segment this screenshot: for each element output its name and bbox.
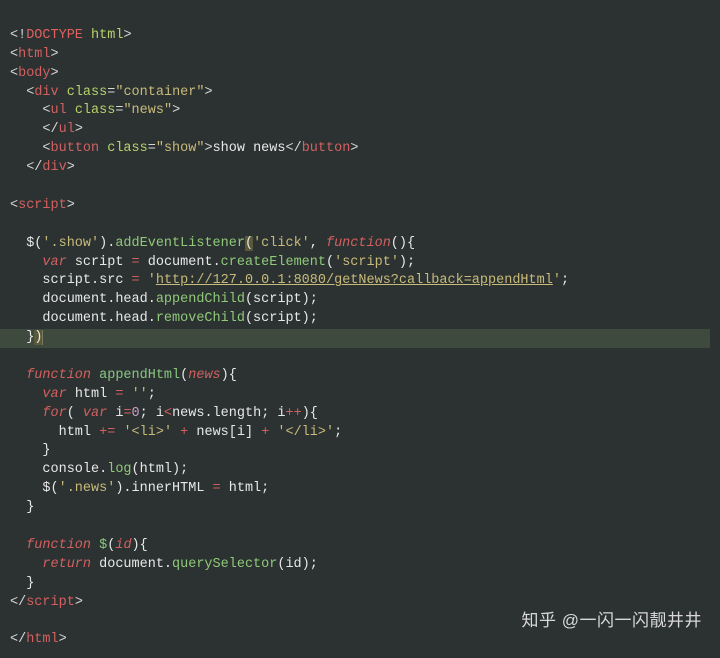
line-15: document.head.appendChild(script); — [10, 292, 318, 307]
line-13: var script = document.createElement('scr… — [10, 255, 415, 270]
line-25: $('.news').innerHTML = html; — [10, 481, 269, 496]
line-2: <html> — [10, 47, 59, 62]
line-22: html += '<li>' + news[i] + '</li>'; — [10, 425, 342, 440]
watermark: 知乎 @一闪一闪靓井井 — [522, 609, 702, 633]
line-8: </div> — [10, 160, 75, 175]
line-4: <div class="container"> — [10, 85, 213, 100]
line-29: return document.querySelector(id); — [10, 557, 318, 572]
line-33: </html> — [10, 632, 67, 647]
line-16: document.head.removeChild(script); — [10, 311, 318, 326]
code-editor: <!DOCTYPE html> <html> <body> <div class… — [0, 0, 720, 658]
line-26: } — [10, 500, 34, 515]
line-1: <!DOCTYPE html> — [10, 28, 132, 43]
line-12: $('.show').addEventListener('click', fun… — [10, 236, 415, 251]
line-20: var html = ''; — [10, 387, 156, 402]
line-3: <body> — [10, 66, 59, 81]
line-24: console.log(html); — [10, 462, 188, 477]
line-21: for( var i=0; i<news.length; i++){ — [10, 406, 318, 421]
line-5: <ul class="news"> — [10, 103, 180, 118]
line-30: } — [10, 576, 34, 591]
line-17-current: }) — [0, 329, 710, 348]
line-31: </script> — [10, 595, 83, 610]
line-28: function $(id){ — [10, 538, 148, 553]
line-6: </ul> — [10, 122, 83, 137]
line-14: script.src = 'http://127.0.0.1:8080/getN… — [10, 273, 569, 288]
line-10: <script> — [10, 198, 75, 213]
line-23: } — [10, 443, 51, 458]
line-7: <button class="show">show news</button> — [10, 141, 358, 156]
line-19: function appendHtml(news){ — [10, 368, 237, 383]
cursor — [42, 330, 43, 345]
